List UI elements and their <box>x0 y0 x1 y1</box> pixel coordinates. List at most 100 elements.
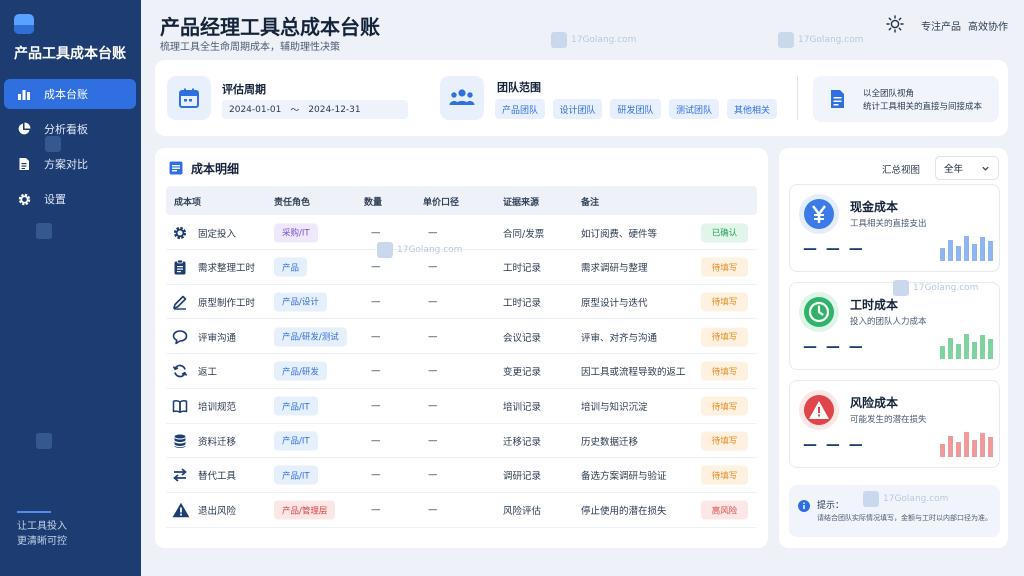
status-badge: 待填写 <box>701 431 748 451</box>
cost-summary-card[interactable]: 现金成本 工具相关的直接支出 — — — <box>789 184 1000 272</box>
table-row[interactable]: 替代工具 产品/IT — — 调研记录 备选方案调研与验证 待填写 <box>166 459 757 493</box>
date-range-input[interactable]: 2024-01-01 ～ 2024-12-31 <box>222 100 408 119</box>
watermark-logo-icon <box>36 433 52 449</box>
status-badge: 已确认 <box>701 223 748 242</box>
table-row[interactable]: 原型制作工时 产品/设计 — — 工时记录 原型设计与迭代 待填写 <box>166 285 757 320</box>
evidence-source: 调研记录 <box>503 471 542 483</box>
cost-card-desc: 工具相关的直接支出 <box>850 219 927 229</box>
sidebar-item-label: 设置 <box>44 193 66 206</box>
mini-bar <box>948 436 953 457</box>
table-row[interactable]: 评审沟通 产品/研发/测试 — — 会议记录 评审、对齐与沟通 待填写 <box>166 320 757 355</box>
cost-icon-circle <box>799 194 839 234</box>
header-link-collab[interactable]: 高效协作 <box>968 18 1008 33</box>
calendar-icon <box>167 76 211 120</box>
page-subtitle: 梳理工具全生命周期成本，辅助理性决策 <box>160 42 340 53</box>
mini-bar <box>964 334 969 359</box>
watermark-logo-icon <box>45 136 61 152</box>
team-chip-design[interactable]: 设计团队 <box>553 99 602 119</box>
yen-icon <box>804 199 834 229</box>
sidebar-item-settings[interactable]: 设置 <box>4 184 136 214</box>
unit-price-value: — <box>428 261 438 273</box>
remark-text: 停止使用的潜在损失 <box>581 506 667 518</box>
cost-card-title: 工时成本 <box>850 298 899 312</box>
mini-bar <box>980 237 985 261</box>
mini-bar <box>956 344 961 359</box>
mini-bar <box>964 432 969 457</box>
cost-item-name: 需求整理工时 <box>198 263 256 275</box>
theme-toggle-sun-icon[interactable] <box>886 15 904 33</box>
team-chip-other[interactable]: 其他相关 <box>727 99 777 119</box>
cost-detail-title: 成本明细 <box>191 162 240 176</box>
summary-range-value: 全年 <box>944 164 964 175</box>
cost-card-title: 现金成本 <box>850 200 899 214</box>
mini-bar <box>940 346 945 359</box>
sidebar-item-compare[interactable]: 方案对比 <box>4 149 136 179</box>
sidebar-footer-line: 更清晰可控 <box>17 536 67 547</box>
cost-item-name: 原型制作工时 <box>198 297 256 309</box>
sidebar-item-label: 分析看板 <box>44 123 88 136</box>
summary-range-select[interactable]: 全年 <box>935 156 999 180</box>
header-link-focus[interactable]: 专注产品 <box>921 18 961 33</box>
role-chip: 产品/IT <box>274 431 318 451</box>
remark-text: 历史数据迁移 <box>581 436 639 448</box>
mini-bar <box>956 442 961 457</box>
sidebar-item-label: 成本台账 <box>44 88 88 101</box>
cost-item-name: 资料迁移 <box>198 436 237 448</box>
watermark <box>36 223 56 239</box>
cost-item-name: 退出风险 <box>198 506 237 518</box>
qty-value: — <box>371 227 381 238</box>
sidebar-footer: 让工具投入 更清晰可控 <box>17 519 67 549</box>
status-badge: 待填写 <box>701 257 748 277</box>
qty-value: — <box>371 435 381 447</box>
evidence-source: 变更记录 <box>503 367 542 379</box>
unit-price-value: — <box>428 296 438 308</box>
cost-item-name: 评审沟通 <box>198 332 237 344</box>
unit-price-value: — <box>428 331 438 343</box>
sidebar-item-analysis[interactable]: 分析看板 <box>4 114 136 144</box>
mini-bar-chart <box>940 334 993 359</box>
qty-value: — <box>371 296 381 308</box>
table-row[interactable]: 退出风险 产品/管理层 — — 风险评估 停止使用的潜在损失 高风险 <box>166 494 757 528</box>
unit-price-value: — <box>428 435 438 447</box>
chevron-down-icon <box>981 164 990 176</box>
team-chip-test[interactable]: 测试团队 <box>669 99 719 119</box>
sidebar-divider <box>17 511 51 513</box>
watermark-logo-icon <box>778 32 794 48</box>
role-chip: 产品/研发 <box>274 361 327 381</box>
pie-chart-icon <box>16 121 32 137</box>
cost-card-desc: 可能发生的潜在损失 <box>850 415 927 425</box>
unit-price-value: — <box>428 227 438 238</box>
team-label: 团队范围 <box>497 81 541 94</box>
role-chip: 采购/IT <box>274 223 318 242</box>
col-header-item: 成本项 <box>174 198 202 208</box>
team-chip-dev[interactable]: 研发团队 <box>610 99 661 119</box>
role-chip: 产品/设计 <box>274 292 327 312</box>
role-chip: 产品/研发/测试 <box>274 327 347 347</box>
watermark-text: 17Golang.com <box>397 245 463 255</box>
team-chip-product[interactable]: 产品团队 <box>495 99 545 119</box>
cost-icon-circle <box>799 390 839 430</box>
table-row[interactable]: 返工 产品/研发 — — 变更记录 因工具或流程导致的返工 待填写 <box>166 355 757 389</box>
cost-summary-card[interactable]: 风险成本 可能发生的潜在损失 — — — <box>789 380 1000 468</box>
page-title: 产品经理工具总成本台账 <box>160 15 380 39</box>
gear-icon <box>172 225 188 241</box>
watermark-logo-icon <box>36 223 52 239</box>
watermark-logo-icon <box>863 491 879 507</box>
table-row[interactable]: 资料迁移 产品/IT — — 迁移记录 历史数据迁移 待填写 <box>166 424 757 459</box>
status-badge: 待填写 <box>701 292 748 312</box>
table-row[interactable]: 培训规范 产品/IT — — 培训记录 培训与知识沉淀 待填写 <box>166 390 757 424</box>
watermark: 17Golang.com <box>778 32 863 48</box>
cost-item-name: 培训规范 <box>198 402 237 413</box>
watermark <box>45 136 65 152</box>
cost-card-value: — — — <box>803 339 865 355</box>
document-icon <box>16 156 32 172</box>
view-scope-text: 以全团队视角 统计工具相关的直接与间接成本 <box>863 88 982 114</box>
evidence-source: 会议记录 <box>503 332 542 344</box>
mini-bar-chart <box>940 432 993 457</box>
unit-price-value: — <box>428 469 438 481</box>
evidence-source: 迁移记录 <box>503 436 542 448</box>
remark-text: 培训与知识沉淀 <box>581 402 648 413</box>
warning-icon <box>804 395 834 425</box>
sidebar-item-cost-ledger[interactable]: 成本台账 <box>4 79 136 109</box>
unit-price-value: — <box>428 504 438 516</box>
